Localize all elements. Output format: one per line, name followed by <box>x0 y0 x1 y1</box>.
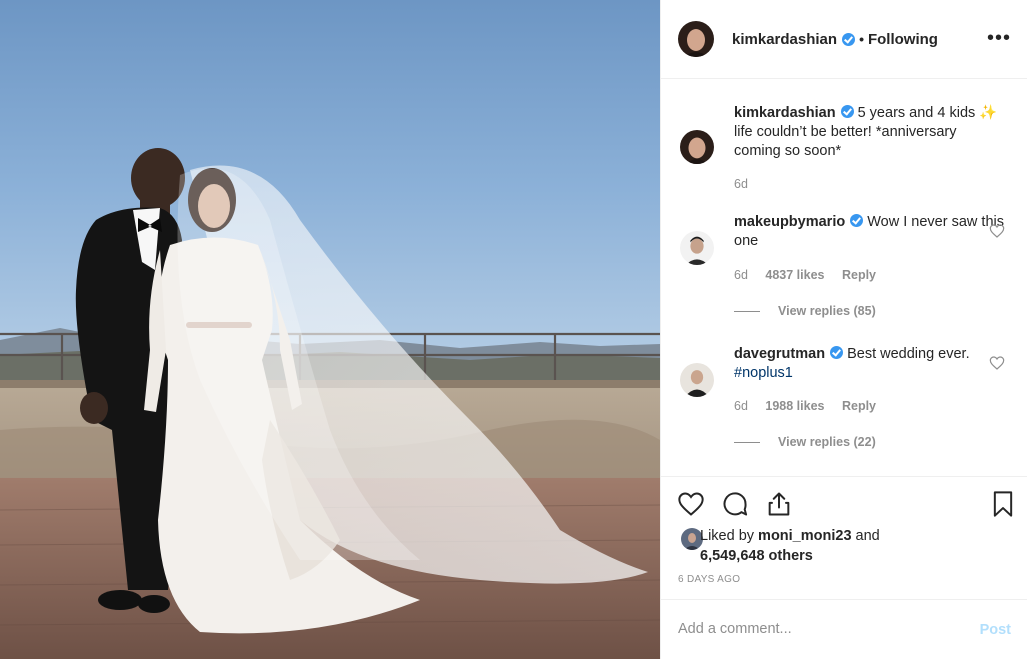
profile-photo-icon <box>680 363 714 397</box>
likes-text: Liked by moni_moni23 and 6,549,648 other… <box>700 526 1010 566</box>
view-replies-label: View replies (85) <box>778 304 876 318</box>
comment-body: makeupbymario Wow I never saw this one <box>734 213 1004 251</box>
caption-body: kimkardashian 5 years and 4 kids ✨ life … <box>734 104 1004 161</box>
view-replies-button[interactable]: View replies (22) <box>734 435 876 449</box>
comment-time: 6d <box>734 268 748 282</box>
reply-button[interactable]: Reply <box>842 399 876 413</box>
profile-photo-icon <box>680 130 714 164</box>
caption-avatar[interactable] <box>680 130 714 164</box>
caption-username[interactable]: kimkardashian <box>734 105 836 121</box>
heart-icon[interactable] <box>989 355 1005 371</box>
hashtag-link[interactable]: #noplus1 <box>734 365 793 381</box>
verified-badge-icon <box>840 105 854 118</box>
post-timestamp[interactable]: 6 DAYS AGO <box>678 574 740 585</box>
reply-button[interactable]: Reply <box>842 268 876 282</box>
add-comment-bar: Add a comment... Post <box>661 599 1027 659</box>
post-side-panel: kimkardashian • Following ••• kimkardash… <box>660 0 1027 659</box>
speech-bubble-icon[interactable] <box>721 490 749 518</box>
action-bar <box>661 476 1027 532</box>
verified-badge-icon <box>842 32 856 46</box>
comment-body: davegrutman Best wedding ever. #noplus1 <box>734 345 1004 383</box>
comment-text: Best wedding ever. <box>847 346 970 362</box>
liker-username[interactable]: moni_moni23 <box>758 528 851 544</box>
post-button[interactable]: Post <box>980 622 1011 638</box>
caption-text: 5 years and 4 kids <box>857 105 976 121</box>
header-separator: • <box>859 31 864 47</box>
comment-input[interactable]: Add a comment... <box>678 621 792 637</box>
replies-divider <box>734 310 760 312</box>
author-username[interactable]: kimkardashian <box>732 31 837 48</box>
sparkles-emoji-icon: ✨ <box>979 105 998 121</box>
wedding-photo <box>0 0 660 659</box>
view-replies-label: View replies (22) <box>778 435 876 449</box>
profile-photo-icon <box>680 231 714 265</box>
author-avatar[interactable] <box>678 21 714 57</box>
replies-divider <box>734 441 760 443</box>
instagram-post: kimkardashian • Following ••• kimkardash… <box>0 0 1027 659</box>
comment-likes[interactable]: 4837 likes <box>765 268 824 282</box>
more-options-icon[interactable]: ••• <box>987 28 1011 48</box>
comment-time: 6d <box>734 399 748 413</box>
caption-time: 6d <box>734 177 748 191</box>
comment-likes[interactable]: 1988 likes <box>765 399 824 413</box>
verified-badge-icon <box>830 346 844 359</box>
profile-photo-icon <box>678 21 714 57</box>
comment-meta: 6d 1988 likes Reply <box>734 399 890 413</box>
likes-joiner: and <box>851 528 880 544</box>
view-replies-button[interactable]: View replies (85) <box>734 304 876 318</box>
verified-badge-icon <box>850 214 864 227</box>
commenter-avatar[interactable] <box>680 231 714 265</box>
heart-icon[interactable] <box>677 490 705 518</box>
comment-username[interactable]: makeupbymario <box>734 214 845 230</box>
heart-icon[interactable] <box>989 223 1005 239</box>
comment-meta: 6d 4837 likes Reply <box>734 268 890 282</box>
caption-meta: 6d <box>734 177 762 191</box>
post-header: kimkardashian • Following ••• <box>661 0 1027 79</box>
likes-count[interactable]: 6,549,648 others <box>700 548 813 564</box>
bookmark-icon[interactable] <box>989 490 1017 518</box>
following-button[interactable]: Following <box>868 31 938 48</box>
share-icon[interactable] <box>765 490 793 518</box>
likes-prefix: Liked by <box>700 528 759 544</box>
commenter-avatar[interactable] <box>680 363 714 397</box>
comment-username[interactable]: davegrutman <box>734 346 825 362</box>
caption-text-2: life couldn’t be better! *anniversary co… <box>734 124 957 159</box>
comments-list[interactable]: kimkardashian 5 years and 4 kids ✨ life … <box>661 80 1027 476</box>
post-photo[interactable] <box>0 0 660 659</box>
